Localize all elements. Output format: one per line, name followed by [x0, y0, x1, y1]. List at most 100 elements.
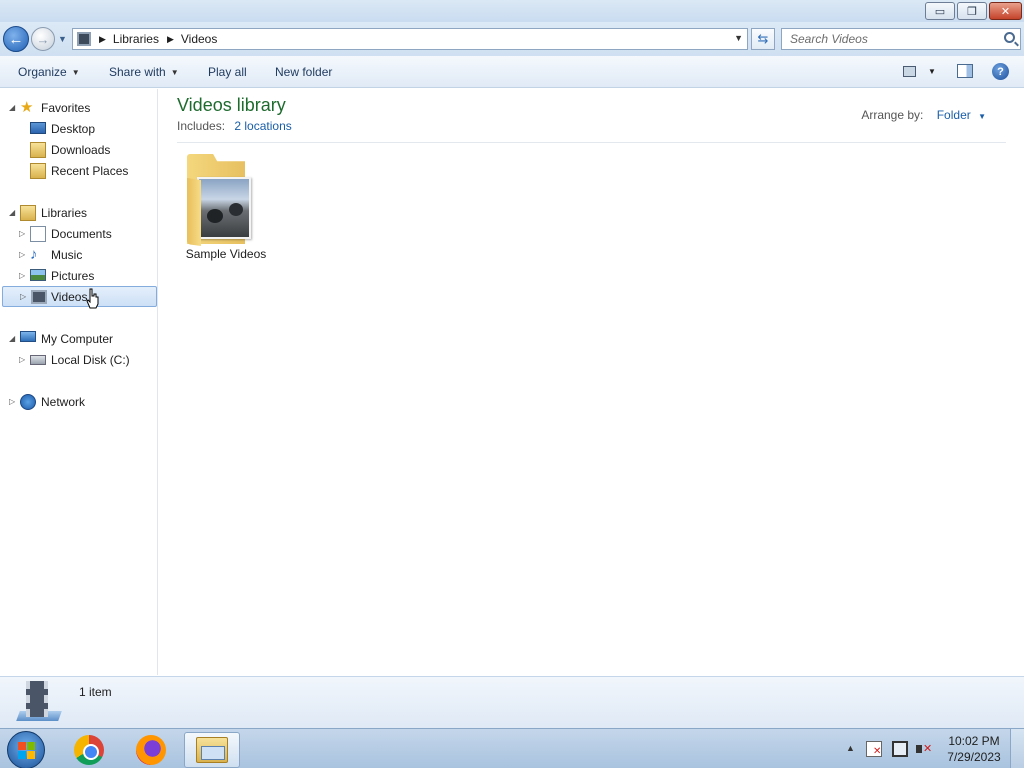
- preview-pane-icon[interactable]: [957, 64, 973, 78]
- close-button[interactable]: ✕: [989, 2, 1022, 20]
- arrange-by-label: Arrange by:: [861, 108, 924, 122]
- search-input[interactable]: [782, 29, 992, 49]
- nav-music-label: Music: [51, 247, 83, 262]
- chevron-down-icon: ▼: [71, 67, 80, 77]
- nav-favorites-label: Favorites: [41, 100, 91, 115]
- documents-icon: [30, 225, 46, 242]
- refresh-button[interactable]: ⇆: [751, 28, 775, 50]
- minimize-button[interactable]: ▭: [925, 2, 955, 20]
- clock-time: 10:02 PM: [948, 734, 1000, 748]
- network-globe-icon: [20, 393, 36, 410]
- forward-button[interactable]: →: [31, 27, 55, 51]
- nav-recent-places[interactable]: Recent Places: [0, 160, 156, 181]
- arrange-by-dropdown[interactable]: Folder: [937, 108, 971, 122]
- nav-libraries-label: Libraries: [41, 205, 88, 220]
- play-all-button[interactable]: Play all: [208, 65, 247, 79]
- header-divider: [177, 142, 1006, 143]
- show-desktop-button[interactable]: [1010, 729, 1024, 768]
- nav-downloads[interactable]: Downloads: [0, 139, 156, 160]
- taskbar-chrome[interactable]: [61, 732, 117, 768]
- command-bar: Organize ▼ Share with ▼ Play all New fol…: [0, 56, 1024, 88]
- includes-label: Includes:: [177, 119, 226, 133]
- breadcrumb-videos[interactable]: Videos: [181, 32, 217, 46]
- address-dropdown-icon[interactable]: ▼: [734, 33, 743, 43]
- nav-recent-places-label: Recent Places: [51, 163, 129, 178]
- collapsed-arrow-icon[interactable]: ▷: [20, 292, 26, 301]
- libraries-icon: [20, 204, 36, 221]
- chevron-down-icon: ▼: [170, 67, 179, 77]
- arrange-by: Arrange by: Folder ▼: [861, 108, 986, 122]
- organize-label: Organize: [18, 65, 67, 79]
- organize-button[interactable]: Organize ▼: [18, 65, 80, 79]
- expanded-arrow-icon[interactable]: ◢: [9, 208, 15, 217]
- star-icon: ★: [20, 98, 34, 116]
- restore-button[interactable]: ❐: [957, 2, 987, 20]
- address-bar[interactable]: ▶ Libraries ▶ Videos ▼: [72, 28, 748, 50]
- library-includes: Includes: 2 locations: [177, 119, 292, 133]
- breadcrumb-separator-icon[interactable]: ▶: [99, 34, 106, 45]
- system-clock[interactable]: 10:02 PM 7/29/2023: [944, 733, 1004, 765]
- volume-muted-icon[interactable]: [916, 741, 932, 757]
- chevron-down-icon[interactable]: ▼: [978, 112, 986, 121]
- nav-network[interactable]: ▷ Network: [0, 391, 156, 412]
- expanded-arrow-icon[interactable]: ◢: [9, 334, 15, 343]
- share-with-button[interactable]: Share with ▼: [109, 65, 179, 79]
- hand-cursor-icon: [86, 288, 99, 309]
- videos-library-large-icon: [16, 681, 62, 723]
- collapsed-arrow-icon[interactable]: ▷: [19, 271, 25, 280]
- nav-desktop[interactable]: Desktop: [0, 118, 156, 139]
- nav-local-disk[interactable]: ▷ Local Disk (C:): [0, 349, 156, 370]
- change-view-icon[interactable]: [903, 66, 916, 77]
- back-button[interactable]: ←: [3, 26, 29, 52]
- windows-explorer-icon: [196, 737, 228, 763]
- view-options-chevron-icon[interactable]: ▼: [928, 67, 936, 76]
- videos-library-icon: [77, 32, 91, 46]
- firefox-icon: [136, 735, 166, 765]
- music-note-icon: ♪: [30, 245, 38, 263]
- hard-disk-icon: [30, 355, 46, 365]
- nav-network-label: Network: [41, 394, 86, 409]
- collapsed-arrow-icon[interactable]: ▷: [19, 229, 25, 238]
- search-box: [781, 28, 1021, 50]
- address-row: ← → ▼ ▶ Libraries ▶ Videos ▼ ⇆: [0, 22, 1024, 56]
- pictures-icon: [30, 269, 46, 281]
- breadcrumb-separator-icon[interactable]: ▶: [167, 34, 174, 45]
- item-count: 1 item: [79, 685, 112, 699]
- collapsed-arrow-icon[interactable]: ▷: [9, 397, 15, 406]
- collapsed-arrow-icon[interactable]: ▷: [19, 250, 25, 259]
- nav-libraries[interactable]: ◢ Libraries: [0, 202, 156, 223]
- nav-music[interactable]: ▷ ♪ Music: [0, 244, 156, 265]
- computer-icon: [20, 331, 36, 342]
- folder-item[interactable]: Sample Videos: [177, 149, 275, 269]
- locations-link[interactable]: 2 locations: [234, 119, 291, 133]
- nav-documents-label: Documents: [51, 226, 112, 241]
- expanded-arrow-icon[interactable]: ◢: [9, 103, 15, 112]
- chrome-icon: [74, 735, 104, 765]
- breadcrumb-libraries[interactable]: Libraries: [113, 32, 159, 46]
- downloads-folder-icon: [30, 141, 46, 158]
- taskbar-windows-explorer[interactable]: [184, 732, 240, 768]
- new-folder-button[interactable]: New folder: [275, 65, 332, 79]
- nav-favorites[interactable]: ◢ ★ Favorites: [0, 97, 156, 118]
- collapsed-arrow-icon[interactable]: ▷: [19, 355, 25, 364]
- navigation-pane: ◢ ★ Favorites Desktop Downloads Recent P…: [0, 89, 158, 675]
- content-area: Videos library Includes: 2 locations Arr…: [159, 89, 1024, 675]
- play-all-label: Play all: [208, 65, 247, 79]
- videos-film-icon: [31, 290, 47, 304]
- folder-preview-photo: [197, 177, 251, 239]
- start-button[interactable]: [7, 731, 45, 768]
- nav-videos-label: Videos: [51, 289, 88, 304]
- nav-my-computer[interactable]: ◢ My Computer: [0, 328, 156, 349]
- recent-places-icon: [30, 162, 46, 179]
- help-icon[interactable]: ?: [992, 63, 1009, 80]
- folder-front-flap: [187, 178, 201, 246]
- nav-documents[interactable]: ▷ Documents: [0, 223, 156, 244]
- recent-pages-dropdown[interactable]: ▼: [58, 34, 67, 44]
- nav-pictures[interactable]: ▷ Pictures: [0, 265, 156, 286]
- taskbar-firefox[interactable]: [123, 732, 179, 768]
- search-icon[interactable]: [1004, 32, 1015, 43]
- action-center-flag-icon[interactable]: [866, 741, 882, 757]
- nav-videos[interactable]: ▷ Videos: [2, 286, 157, 307]
- network-status-icon[interactable]: [892, 741, 908, 757]
- show-hidden-icons-icon[interactable]: ▲: [846, 743, 855, 753]
